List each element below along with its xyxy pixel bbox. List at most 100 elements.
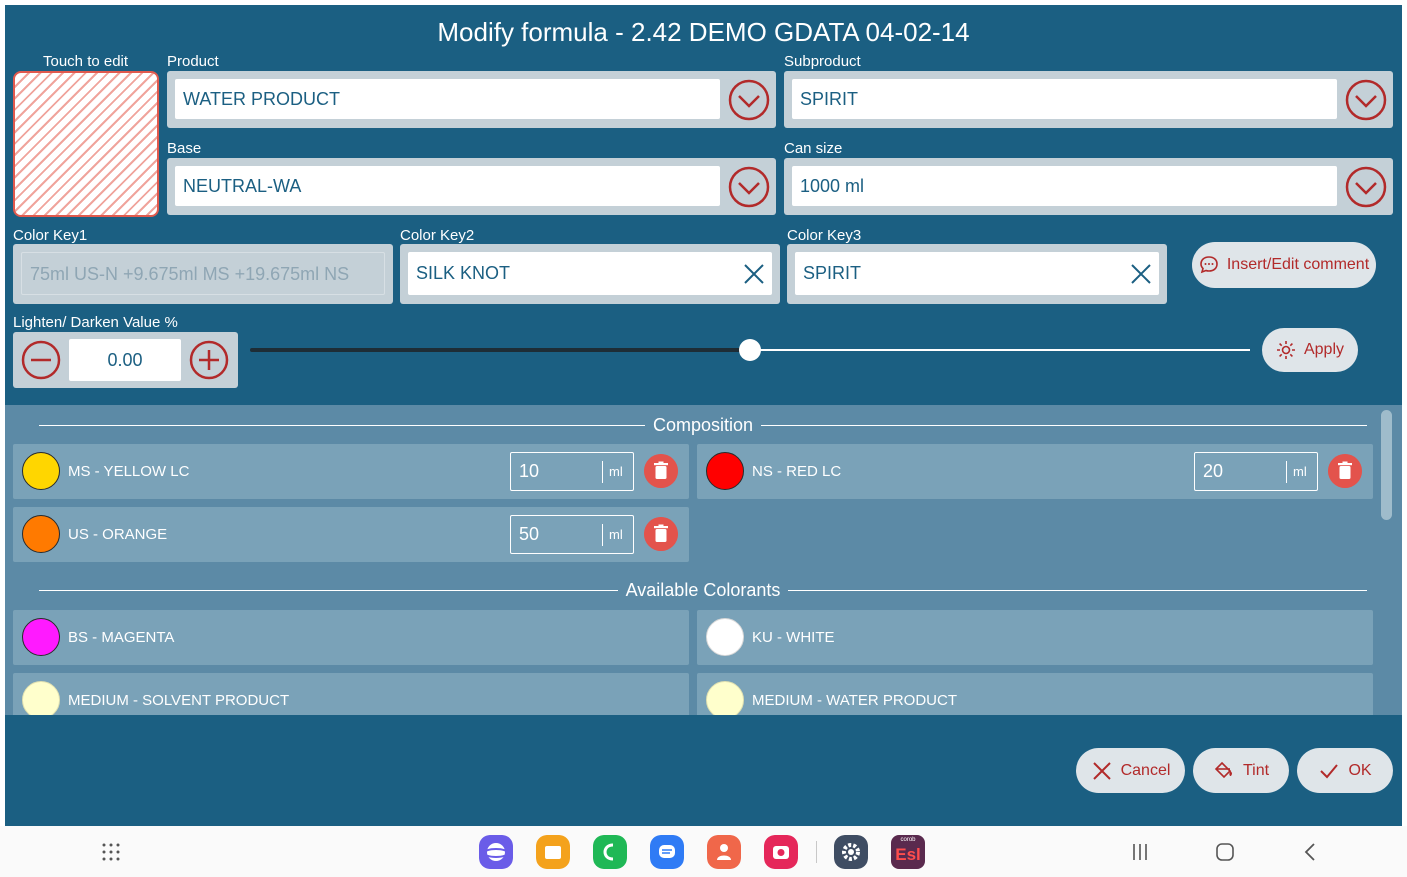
composition-row[interactable]: MS - YELLOW LC 10 ml [13,444,689,499]
settings-app-icon[interactable] [834,835,868,869]
home-icon[interactable] [1215,842,1235,862]
messages-app-icon[interactable] [650,835,684,869]
panel-scrollbar[interactable] [1381,410,1392,520]
quantity-input[interactable]: 50 ml [510,515,634,554]
colorant-name: KU - WHITE [752,629,835,646]
color-key1-label: Color Key1 [13,227,88,244]
slider-thumb[interactable] [739,339,761,361]
colorant-dot [22,452,60,490]
chevron-down-icon[interactable] [728,166,770,208]
trash-icon[interactable] [644,454,678,488]
tint-label: Tint [1242,761,1270,779]
color-key2-value[interactable]: SILK KNOT [408,252,772,295]
quantity-input[interactable]: 10 ml [510,452,634,491]
contacts-app-icon[interactable] [707,835,741,869]
subproduct-select[interactable]: SPIRIT [784,71,1393,128]
can-size-select[interactable]: 1000 ml [784,158,1393,215]
available-colorant-row[interactable]: MEDIUM - SOLVENT PRODUCT [13,673,689,715]
plus-icon[interactable] [189,340,229,380]
available-colorant-row[interactable]: KU - WHITE [697,610,1373,665]
colorants-panel[interactable]: Composition MS - YELLOW LC 10 ml NS - RE… [5,405,1402,715]
color-key2-box[interactable]: SILK KNOT [400,244,780,304]
available-colorants-divider: Available Colorants [39,580,1367,600]
camera-app-icon[interactable] [764,835,798,869]
files-app-icon[interactable] [536,835,570,869]
minus-icon[interactable] [21,340,61,380]
colorant-name: MEDIUM - SOLVENT PRODUCT [68,692,290,709]
colorant-dot [22,681,60,715]
can-size-label: Can size [784,140,843,157]
can-size-value[interactable]: 1000 ml [792,166,1337,206]
app-drawer-icon[interactable] [101,842,121,862]
swatch-label: Touch to edit [43,53,129,70]
cancel-button[interactable]: Cancel [1076,748,1185,793]
tint-button[interactable]: Tint [1193,748,1289,793]
color-key3-value[interactable]: SPIRIT [795,252,1159,295]
quantity-value: 10 [519,461,540,481]
product-value[interactable]: WATER PRODUCT [175,79,720,119]
esl-app-icon[interactable]: corob Esl [891,835,925,869]
insert-edit-comment-button[interactable]: Insert/Edit comment [1192,242,1376,288]
trash-icon[interactable] [644,517,678,551]
available-colorant-row[interactable]: BS - MAGENTA [13,610,689,665]
chevron-down-icon[interactable] [728,79,770,121]
composition-row[interactable]: US - ORANGE 50 ml [13,507,689,562]
colorant-name: MEDIUM - WATER PRODUCT [752,692,957,709]
esl-app-label: Esl [895,845,921,864]
colorant-name: US - ORANGE [68,526,168,543]
composition-row[interactable]: NS - RED LC 20 ml [697,444,1373,499]
recent-apps-icon[interactable] [1130,843,1150,861]
colorant-dot [706,681,744,715]
close-icon [1092,761,1111,780]
color-key3-label: Color Key3 [787,227,862,244]
comment-icon [1200,256,1218,274]
available-colorant-row[interactable]: MEDIUM - WATER PRODUCT [697,673,1373,715]
android-taskbar: corob Esl [0,826,1407,877]
lighten-darken-stepper: 0.00 [13,332,238,388]
checkmark-icon [1320,763,1339,778]
window-title: Modify formula - 2.42 DEMO GDATA 04-02-1… [437,17,970,47]
base-value[interactable]: NEUTRAL-WA [175,166,720,206]
product-select[interactable]: WATER PRODUCT [167,71,776,128]
chevron-down-icon[interactable] [1345,166,1387,208]
color-swatch[interactable] [13,71,159,217]
slider-track-filled[interactable] [250,348,750,352]
colorant-dot [706,452,744,490]
composition-header: Composition [644,415,762,435]
trash-icon[interactable] [1328,454,1362,488]
slider-track[interactable] [750,349,1250,351]
lighten-darken-value[interactable]: 0.00 [69,339,181,381]
taskbar-separator [816,841,817,863]
color-key2-label: Color Key2 [400,227,475,244]
quantity-unit: ml [1293,464,1307,479]
phone-app-icon[interactable] [593,835,627,869]
colorant-dot [706,618,744,656]
quantity-input[interactable]: 20 ml [1194,452,1318,491]
clear-icon[interactable] [1129,262,1153,286]
insert-edit-comment-label: Insert/Edit comment [1226,256,1370,273]
color-key3-box[interactable]: SPIRIT [787,244,1167,304]
subproduct-value[interactable]: SPIRIT [792,79,1337,119]
color-key1-value: 75ml US-N +9.675ml MS +19.675ml NS [21,252,385,295]
colorant-name: NS - RED LC [752,463,842,480]
chevron-down-icon[interactable] [1345,79,1387,121]
colorant-name: BS - MAGENTA [68,629,175,646]
brightness-icon [1276,341,1295,359]
colorant-name: MS - YELLOW LC [68,463,190,480]
composition-divider: Composition [39,415,1367,435]
paint-bucket-icon [1214,761,1232,778]
ok-label: OK [1348,761,1372,779]
esl-app-subtitle: corob [900,837,916,843]
cancel-label: Cancel [1120,761,1171,779]
back-icon[interactable] [1302,842,1318,862]
product-label: Product [167,53,219,70]
lighten-darken-label: Lighten/ Darken Value % [13,314,178,331]
apply-label: Apply [1303,341,1345,358]
clear-icon[interactable] [742,262,766,286]
quantity-value: 20 [1203,461,1224,481]
base-select[interactable]: NEUTRAL-WA [167,158,776,215]
ok-button[interactable]: OK [1297,748,1393,793]
color-key1-box: 75ml US-N +9.675ml MS +19.675ml NS [13,244,393,304]
browser-app-icon[interactable] [479,835,513,869]
apply-button[interactable]: Apply [1262,328,1358,372]
